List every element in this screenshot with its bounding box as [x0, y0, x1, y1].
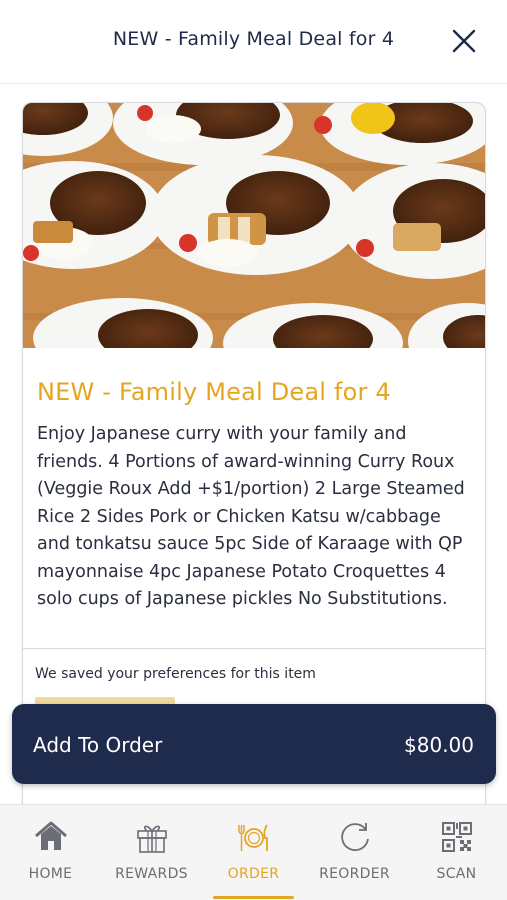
tab-home[interactable]: HOME — [0, 805, 101, 900]
tab-label-order: ORDER — [227, 866, 280, 882]
close-button[interactable] — [451, 28, 477, 54]
menu-item-card: NEW - Family Meal Deal for 4 Enjoy Japan… — [22, 102, 486, 804]
hero-food-image — [23, 103, 485, 348]
home-icon — [35, 821, 67, 850]
gift-icon — [137, 825, 167, 853]
active-tab-indicator — [213, 896, 294, 899]
add-to-order-button[interactable]: Add To Order $80.00 — [12, 704, 496, 784]
divider — [23, 648, 485, 649]
header-title: NEW - Family Meal Deal for 4 — [112, 28, 395, 50]
add-to-order-label: Add To Order — [33, 733, 163, 757]
close-icon — [452, 29, 476, 53]
preferences-note: We saved your preferences for this item — [35, 666, 316, 682]
qr-code-icon — [442, 822, 472, 852]
tab-scan[interactable]: SCAN — [406, 805, 507, 900]
reorder-icon — [341, 823, 369, 851]
modal-header: NEW - Family Meal Deal for 4 — [0, 0, 507, 84]
item-title: NEW - Family Meal Deal for 4 — [37, 378, 391, 406]
plate-utensils-icon — [238, 824, 268, 851]
tab-label-scan: SCAN — [436, 866, 477, 882]
order-price: $80.00 — [404, 733, 474, 757]
item-detail-content: NEW - Family Meal Deal for 4 Enjoy Japan… — [0, 84, 507, 804]
tab-label-home: HOME — [28, 866, 73, 882]
tab-label-rewards: REWARDS — [115, 866, 188, 882]
bottom-tab-bar: HOME REWARDS ORDER REORDER SCAN — [0, 804, 507, 900]
tab-order[interactable]: ORDER — [203, 805, 304, 900]
tab-rewards[interactable]: REWARDS — [101, 805, 202, 900]
item-description: Enjoy Japanese curry with your family an… — [37, 424, 465, 609]
tab-label-reorder: REORDER — [319, 866, 390, 882]
tab-reorder[interactable]: REORDER — [304, 805, 405, 900]
